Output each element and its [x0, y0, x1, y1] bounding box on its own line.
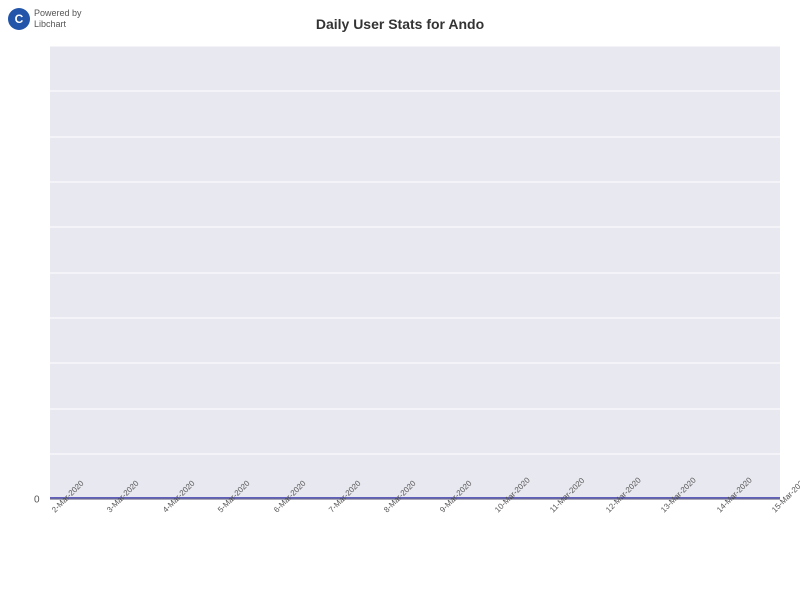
chart-svg — [50, 46, 780, 500]
xaxis-label-2: 4-Mar-2020 — [161, 501, 174, 514]
xaxis-label-3: 5-Mar-2020 — [216, 501, 229, 514]
y-axis-zero-label: 0 — [34, 495, 40, 506]
xaxis-label-4: 6-Mar-2020 — [272, 501, 285, 514]
xaxis-label-10: 12-Mar-2020 — [604, 501, 617, 514]
xaxis-label-13: 15-Mar-2020 — [770, 501, 783, 514]
xaxis-label-7: 9-Mar-2020 — [438, 501, 451, 514]
chart-title: Daily User Stats for Ando — [0, 16, 800, 32]
xaxis-label-5: 7-Mar-2020 — [327, 501, 340, 514]
xaxis-label-11: 13-Mar-2020 — [659, 501, 672, 514]
xaxis-label-9: 11-Mar-2020 — [548, 501, 561, 514]
xaxis-label-8: 10-Mar-2020 — [493, 501, 506, 514]
page-container: C Powered by Libchart Daily User Stats f… — [0, 0, 800, 600]
xaxis-label-6: 8-Mar-2020 — [382, 501, 395, 514]
xaxis-label-0: 2-Mar-2020 — [50, 501, 63, 514]
xaxis-label-12: 14-Mar-2020 — [715, 501, 728, 514]
xaxis-label-1: 3-Mar-2020 — [105, 501, 118, 514]
x-axis-labels: 2-Mar-2020 3-Mar-2020 4-Mar-2020 5-Mar-2… — [50, 500, 780, 600]
chart-area — [50, 46, 780, 500]
